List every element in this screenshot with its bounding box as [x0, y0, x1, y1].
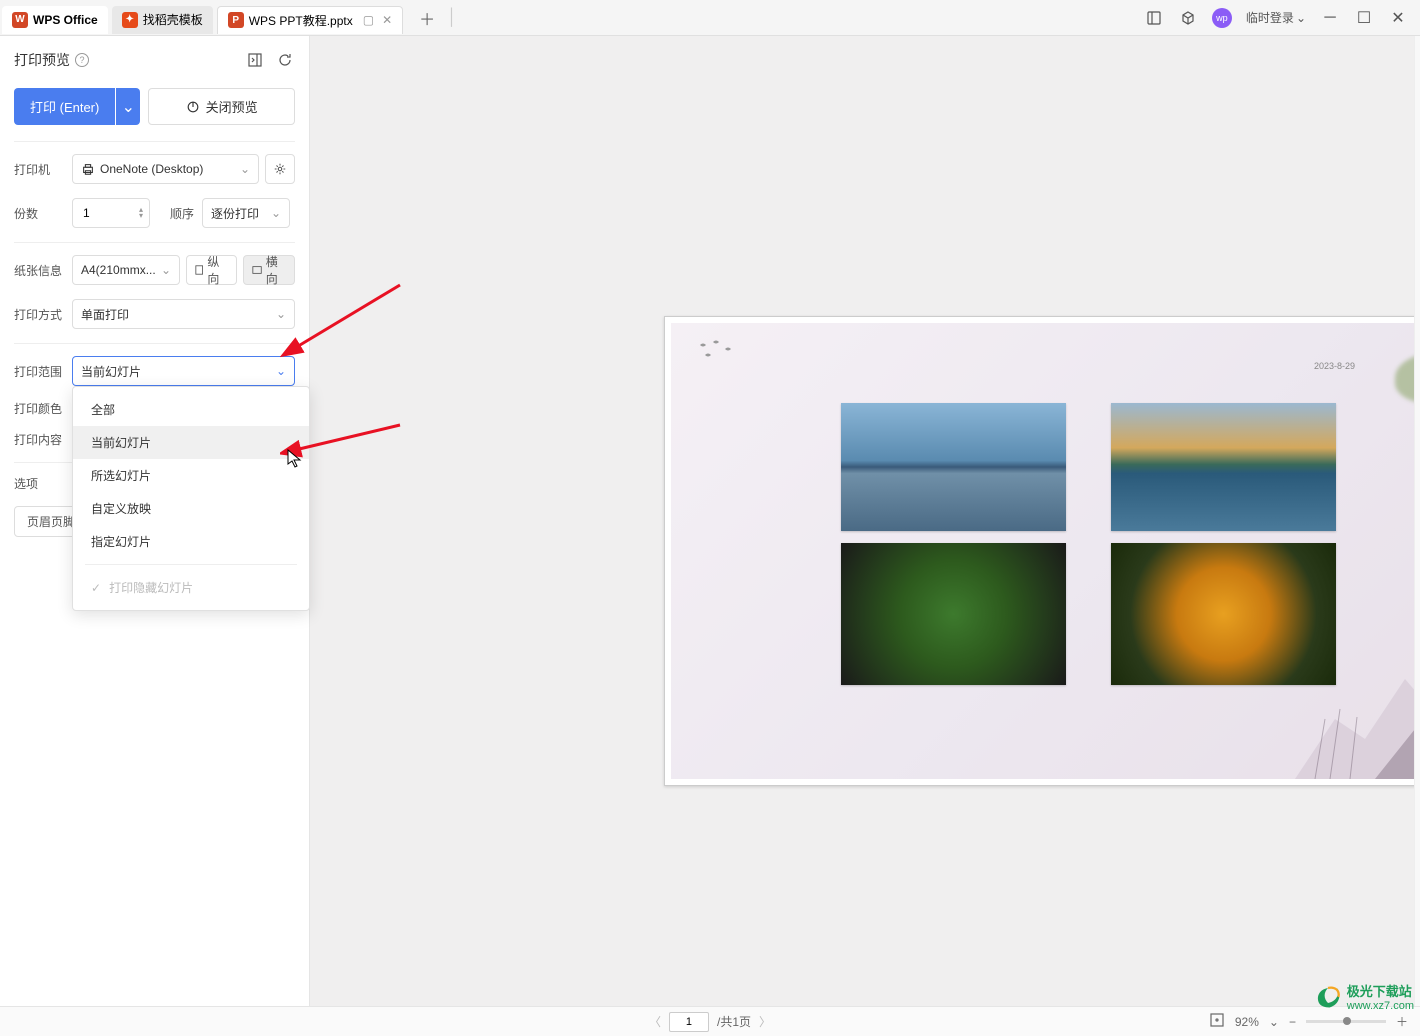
slide-image-2: [1111, 403, 1336, 531]
chevron-down-icon: ⌄: [276, 307, 286, 321]
refresh-icon[interactable]: [275, 50, 295, 70]
avatar[interactable]: wp: [1212, 8, 1232, 28]
mode-label: 打印方式: [14, 306, 72, 323]
dropdown-item-specific[interactable]: 指定幻灯片: [73, 525, 309, 558]
minimize-button[interactable]: ─: [1320, 8, 1340, 28]
mode-select[interactable]: 单面打印 ⌄: [72, 299, 295, 329]
login-button[interactable]: 临时登录⌄: [1246, 9, 1306, 26]
portrait-icon: [195, 264, 203, 276]
range-dropdown: 全部 当前幻灯片 所选幻灯片 自定义放映 指定幻灯片 ✓ 打印隐藏幻灯片: [72, 386, 310, 611]
sidebar-title: 打印预览 ?: [14, 50, 89, 70]
chevron-down-icon: ⌄: [240, 162, 250, 176]
range-label: 打印范围: [14, 363, 72, 380]
chevron-down-icon: ⌄: [1296, 11, 1306, 25]
template-tab-label: 找稻壳模板: [143, 11, 203, 28]
app-name: WPS Office: [33, 13, 98, 27]
mountain-decoration: [1295, 659, 1420, 779]
next-page-button[interactable]: 〉: [759, 1013, 771, 1030]
order-label: 顺序: [170, 205, 194, 222]
titlebar: W WPS Office ✦ 找稻壳模板 P WPS PPT教程.pptx ▢ …: [0, 0, 1420, 36]
slide-content: 2023-8-29: [671, 323, 1420, 779]
prev-page-button[interactable]: 〈: [649, 1013, 661, 1030]
template-icon: ✦: [122, 12, 138, 28]
chevron-down-icon: ⌄: [161, 263, 171, 277]
zoom-in-button[interactable]: ＋: [1396, 1013, 1408, 1030]
zoom-out-button[interactable]: −: [1289, 1015, 1296, 1029]
preview-area: 2023-8-29: [310, 36, 1420, 1006]
statusbar: 〈 /共1页 〉 92% ⌄ − ＋: [0, 1006, 1420, 1036]
tab-separator: │: [447, 9, 457, 27]
options-label: 选项: [14, 475, 54, 492]
dropdown-item-all[interactable]: 全部: [73, 393, 309, 426]
print-dropdown-button[interactable]: ⌄: [116, 88, 140, 125]
portrait-button[interactable]: 纵向: [186, 255, 237, 285]
cube-icon[interactable]: [1178, 8, 1198, 28]
collapse-icon[interactable]: [245, 50, 265, 70]
printer-label: 打印机: [14, 161, 72, 178]
slide-image-1: [841, 403, 1066, 531]
zoom-slider[interactable]: [1306, 1020, 1386, 1023]
ppt-icon: P: [228, 12, 244, 28]
app-tab[interactable]: W WPS Office: [2, 6, 108, 34]
dropdown-item-selected[interactable]: 所选幻灯片: [73, 459, 309, 492]
add-tab-button[interactable]: ＋: [413, 6, 441, 30]
presentation-mode-icon[interactable]: ▢: [363, 13, 374, 27]
spin-down-icon[interactable]: ▾: [139, 213, 143, 219]
help-icon[interactable]: ?: [75, 53, 89, 67]
copies-input[interactable]: 1 ▴▾: [72, 198, 150, 228]
vertical-ruler: [1414, 36, 1420, 1006]
page-total: /共1页: [717, 1013, 751, 1030]
landscape-icon: [252, 265, 262, 275]
range-select[interactable]: 当前幻灯片 ⌄: [72, 356, 295, 386]
dropdown-item-custom[interactable]: 自定义放映: [73, 492, 309, 525]
printer-settings-button[interactable]: [265, 154, 295, 184]
file-tab-label: WPS PPT教程.pptx: [249, 12, 353, 29]
birds-decoration: [695, 337, 755, 367]
printer-select[interactable]: OneNote (Desktop) ⌄: [72, 154, 259, 184]
landscape-button[interactable]: 横向: [243, 255, 295, 285]
close-tab-icon[interactable]: ✕: [382, 13, 392, 27]
printer-icon: [81, 162, 95, 176]
mouse-cursor: [286, 448, 304, 470]
wps-icon: W: [12, 12, 28, 28]
color-label: 打印颜色: [14, 400, 72, 417]
power-icon: [186, 100, 200, 114]
gear-icon: [273, 162, 287, 176]
file-tab[interactable]: P WPS PPT教程.pptx ▢ ✕: [217, 6, 403, 34]
close-preview-button[interactable]: 关闭预览: [148, 88, 295, 125]
checkmark-icon: ✓: [91, 581, 101, 595]
panel-icon[interactable]: [1144, 8, 1164, 28]
maximize-button[interactable]: ☐: [1354, 8, 1374, 28]
zoom-dropdown-icon[interactable]: ⌄: [1269, 1015, 1279, 1029]
chevron-down-icon: ⌄: [271, 206, 281, 220]
dropdown-item-current[interactable]: 当前幻灯片: [73, 426, 309, 459]
content-label: 打印内容: [14, 431, 72, 448]
copies-label: 份数: [14, 205, 72, 222]
page-input[interactable]: [669, 1012, 709, 1032]
slide-date: 2023-8-29: [1314, 361, 1355, 371]
close-window-button[interactable]: ✕: [1388, 8, 1408, 28]
slide-image-3: [841, 543, 1066, 685]
page-preview: 2023-8-29: [664, 316, 1420, 786]
order-select[interactable]: 逐份打印 ⌄: [202, 198, 290, 228]
zoom-value: 92%: [1235, 1015, 1259, 1029]
fit-page-icon[interactable]: [1209, 1012, 1225, 1031]
watermark-logo: [1313, 982, 1343, 1012]
chevron-down-icon: ⌄: [276, 364, 286, 378]
watermark: 极光下载站 www.xz7.com: [1313, 981, 1414, 1012]
dropdown-item-hidden: ✓ 打印隐藏幻灯片: [73, 571, 309, 604]
template-tab[interactable]: ✦ 找稻壳模板: [112, 6, 213, 34]
paper-select[interactable]: A4(210mmx... ⌄: [72, 255, 180, 285]
print-button[interactable]: 打印 (Enter) ⌄: [14, 88, 140, 125]
paper-label: 纸张信息: [14, 262, 72, 279]
